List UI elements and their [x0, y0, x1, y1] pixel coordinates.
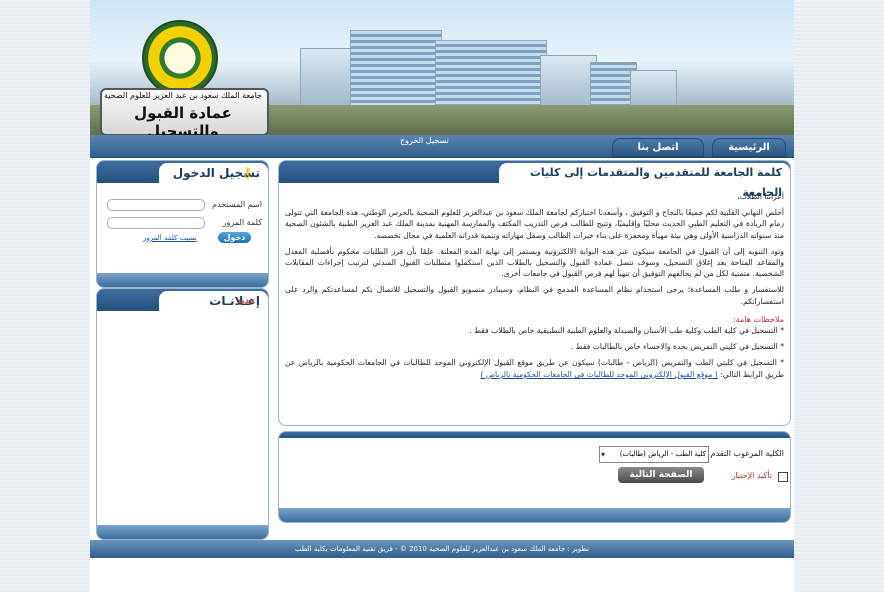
new-badge: جديد: [237, 296, 256, 305]
header-banner: جامعة الملك سعود بن عبد العزيز للعلوم ال…: [90, 0, 794, 135]
note-item: * التسجيل في كلية الطب وكلية طب الأسنان …: [469, 326, 784, 336]
login-panel: تسجيل الدخول ⚷ اسم المستخدم كلمة المرور …: [96, 160, 269, 288]
footer: تطوير : جامعة الملك سعود بن عبدالعزيز لل…: [90, 540, 794, 558]
announcements-footer: [97, 525, 268, 539]
building-shape: [350, 30, 442, 110]
announcements-panel: إعـلانـات جديد: [96, 288, 269, 540]
logout-link[interactable]: تسجيل الخروج: [400, 136, 449, 145]
login-panel-footer: [97, 273, 268, 287]
confirm-label: تأكيد الإختيار: [731, 471, 773, 480]
university-seal-logo: [142, 20, 218, 96]
welcome-title: كلمة الجامعة للمتقدمين والمتقدمات إلى كل…: [499, 163, 790, 199]
note-item: * التسجيل في كليتي التمريض بجدة والاحساء…: [570, 342, 784, 352]
paragraph-help: للاستفسار و طلب المساعدة؛ يرجى استخدام ن…: [285, 285, 784, 306]
form-panel-header: [279, 432, 790, 438]
username-label: اسم المستخدم: [212, 200, 262, 209]
logo-university-name: جامعة الملك سعود بن عبد العزيز للعلوم ال…: [104, 91, 262, 100]
greeting: أعزائنا الطلاب،: [737, 192, 784, 201]
chevron-down-icon: ▾: [601, 450, 606, 459]
nav-contact[interactable]: اتصل بنا: [612, 138, 704, 157]
building-shape: [540, 55, 597, 112]
password-input[interactable]: [107, 217, 205, 229]
paragraph-intro: أخلص التهاني القلبية لكم جميعًا بالنجاح …: [285, 208, 784, 240]
building-shape: [435, 40, 547, 114]
college-label: الكلية المرغوب التقدم لها: [699, 449, 784, 458]
key-icon: ⚷: [242, 165, 253, 181]
confirm-checkbox[interactable]: [778, 472, 788, 482]
form-panel-footer: [279, 508, 790, 522]
login-panel-header: تسجيل الدخول ⚷: [97, 161, 268, 183]
welcome-panel: كلمة الجامعة للمتقدمين والمتقدمات إلى كل…: [278, 160, 791, 426]
password-label: كلمة المرور: [222, 218, 262, 227]
next-page-button[interactable]: الصفحة التالية: [618, 467, 704, 483]
college-select[interactable]: كلية الطب - الرياض (طالبات) ▾: [599, 446, 709, 463]
nav-home[interactable]: الرئيسية: [712, 138, 786, 157]
note-item: * التسجيل في كليتي الطب والتمريض (الرياض…: [285, 357, 784, 379]
college-selection-panel: الكلية المرغوب التقدم لها كلية الطب - ال…: [278, 431, 791, 523]
paragraph-admission: وتود التنويه إلى أن القبول في الجامعة سي…: [285, 246, 784, 279]
unified-admission-link[interactable]: ( موقع القبول الإلكتروني الموحد للطالبات…: [480, 370, 717, 379]
welcome-panel-header: كلمة الجامعة للمتقدمين والمتقدمات إلى كل…: [279, 161, 790, 199]
login-button[interactable]: دخول: [218, 232, 251, 243]
welcome-body: أعزائنا الطلاب، أخلص التهاني القلبية لكم…: [285, 191, 784, 385]
college-select-value: كلية الطب - الرياض (طالبات): [619, 450, 706, 458]
logo-deanship-name: عمادة القبول والتسجيل: [134, 104, 232, 135]
forgot-password-link[interactable]: نسيت كلمة المرور: [143, 234, 197, 242]
notes-title: ملاحظات هامة:: [732, 314, 784, 324]
username-input[interactable]: [107, 199, 205, 211]
